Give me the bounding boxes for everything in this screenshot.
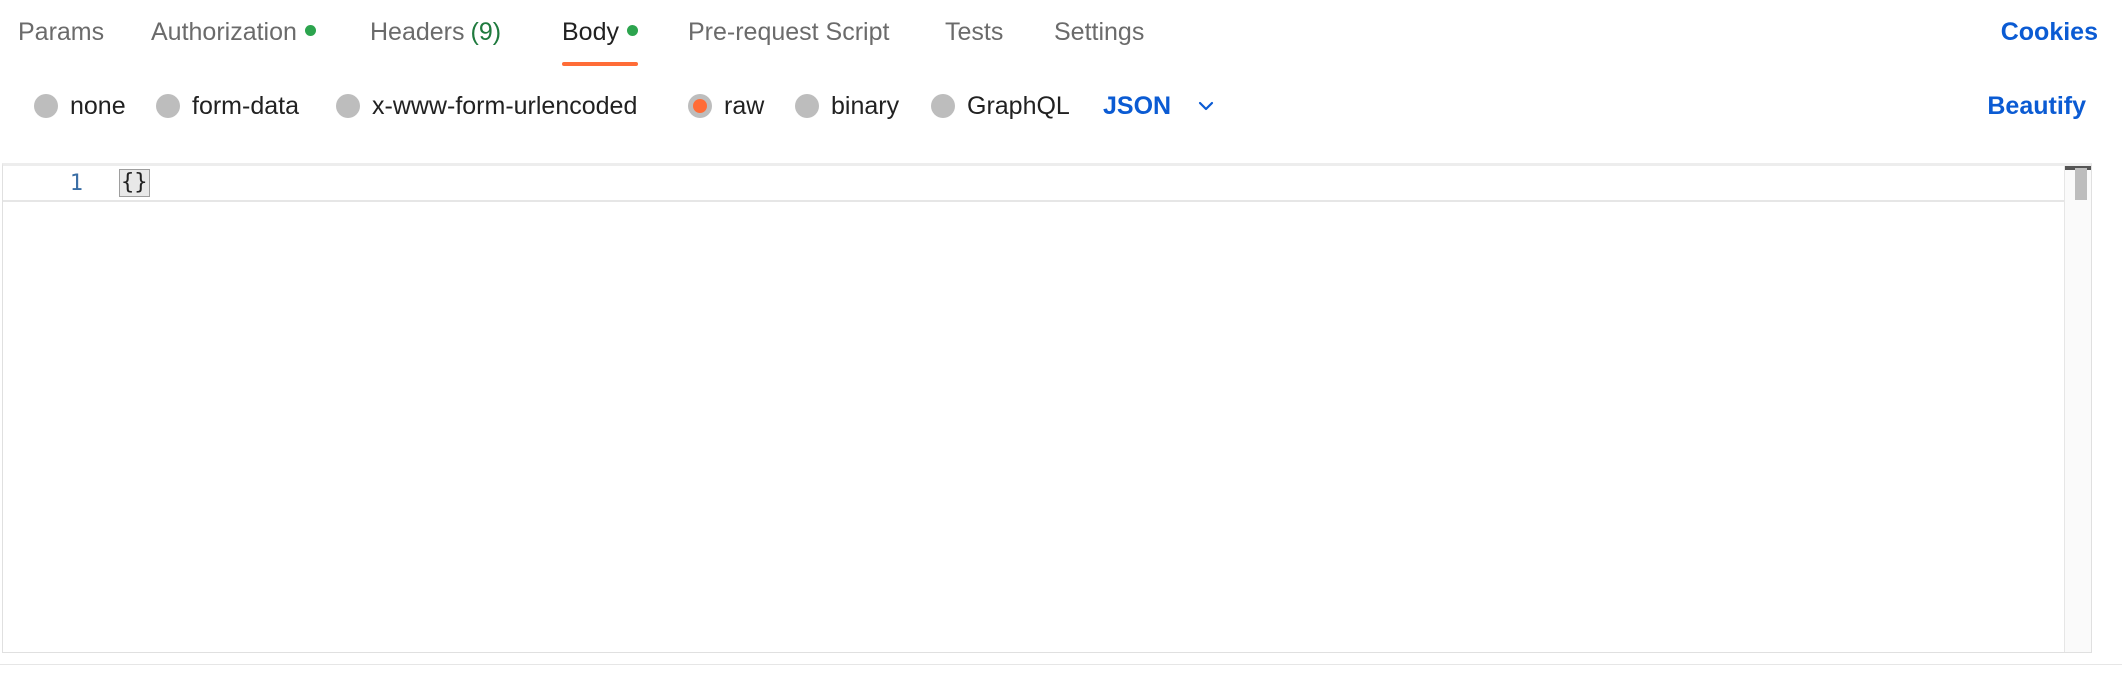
request-tabs: Params Authorization Headers (9) Body Pre… [0, 0, 2122, 68]
body-type-raw[interactable]: raw [688, 86, 764, 126]
radio-x-www-form-urlencoded[interactable] [336, 94, 360, 118]
tab-pre-request-script[interactable]: Pre-request Script [688, 18, 889, 68]
headers-count-badge: (9) [470, 18, 502, 46]
radio-raw[interactable] [688, 94, 712, 118]
tab-headers[interactable]: Headers (9) [370, 18, 501, 68]
tab-params-label: Params [18, 18, 105, 46]
tab-settings[interactable]: Settings [1054, 18, 1144, 68]
current-line-highlight [3, 166, 2091, 202]
body-type-graphql[interactable]: GraphQL [931, 86, 1070, 126]
tab-body-label: Body [562, 18, 619, 46]
body-type-binary-label: binary [831, 91, 900, 120]
panel-divider [0, 664, 2122, 665]
body-type-raw-label: raw [724, 91, 765, 120]
body-type-selector: none form-data x-www-form-urlencoded raw… [0, 86, 2122, 126]
code-line[interactable]: {} [119, 169, 150, 197]
tab-pre-request-script-label: Pre-request Script [688, 18, 890, 46]
body-type-none[interactable]: none [34, 86, 126, 126]
tab-body[interactable]: Body [562, 18, 638, 68]
body-type-x-www-form-urlencoded[interactable]: x-www-form-urlencoded [336, 86, 637, 126]
language-select-value: JSON [1103, 91, 1172, 120]
body-type-none-label: none [70, 91, 126, 120]
beautify-button[interactable]: Beautify [1987, 86, 2086, 126]
tab-params[interactable]: Params [18, 18, 104, 68]
body-type-x-www-form-urlencoded-label: x-www-form-urlencoded [372, 91, 638, 120]
body-type-form-data[interactable]: form-data [156, 86, 299, 126]
tab-authorization-label: Authorization [151, 18, 297, 46]
body-status-dot [626, 24, 638, 36]
tab-headers-label: Headers [370, 18, 465, 46]
body-type-form-data-label: form-data [192, 91, 299, 120]
language-select[interactable]: JSON [1103, 86, 1217, 126]
cookies-link[interactable]: Cookies [2001, 18, 2098, 47]
line-number: 1 [69, 171, 83, 196]
body-code-editor[interactable]: 1 {} [2, 163, 2092, 653]
editor-scrollbar[interactable] [2064, 166, 2091, 652]
active-tab-underline [562, 62, 638, 66]
radio-graphql[interactable] [931, 94, 955, 118]
chevron-down-icon [1195, 95, 1217, 117]
tab-settings-label: Settings [1054, 18, 1145, 46]
body-type-graphql-label: GraphQL [967, 91, 1070, 120]
radio-binary[interactable] [795, 94, 819, 118]
authorization-status-dot [304, 24, 316, 36]
body-type-binary[interactable]: binary [795, 86, 899, 126]
scrollbar-thumb[interactable] [2075, 168, 2087, 200]
radio-form-data[interactable] [156, 94, 180, 118]
radio-none[interactable] [34, 94, 58, 118]
tab-tests-label: Tests [945, 18, 1004, 46]
tab-authorization[interactable]: Authorization [151, 18, 316, 68]
tab-tests[interactable]: Tests [945, 18, 1003, 68]
